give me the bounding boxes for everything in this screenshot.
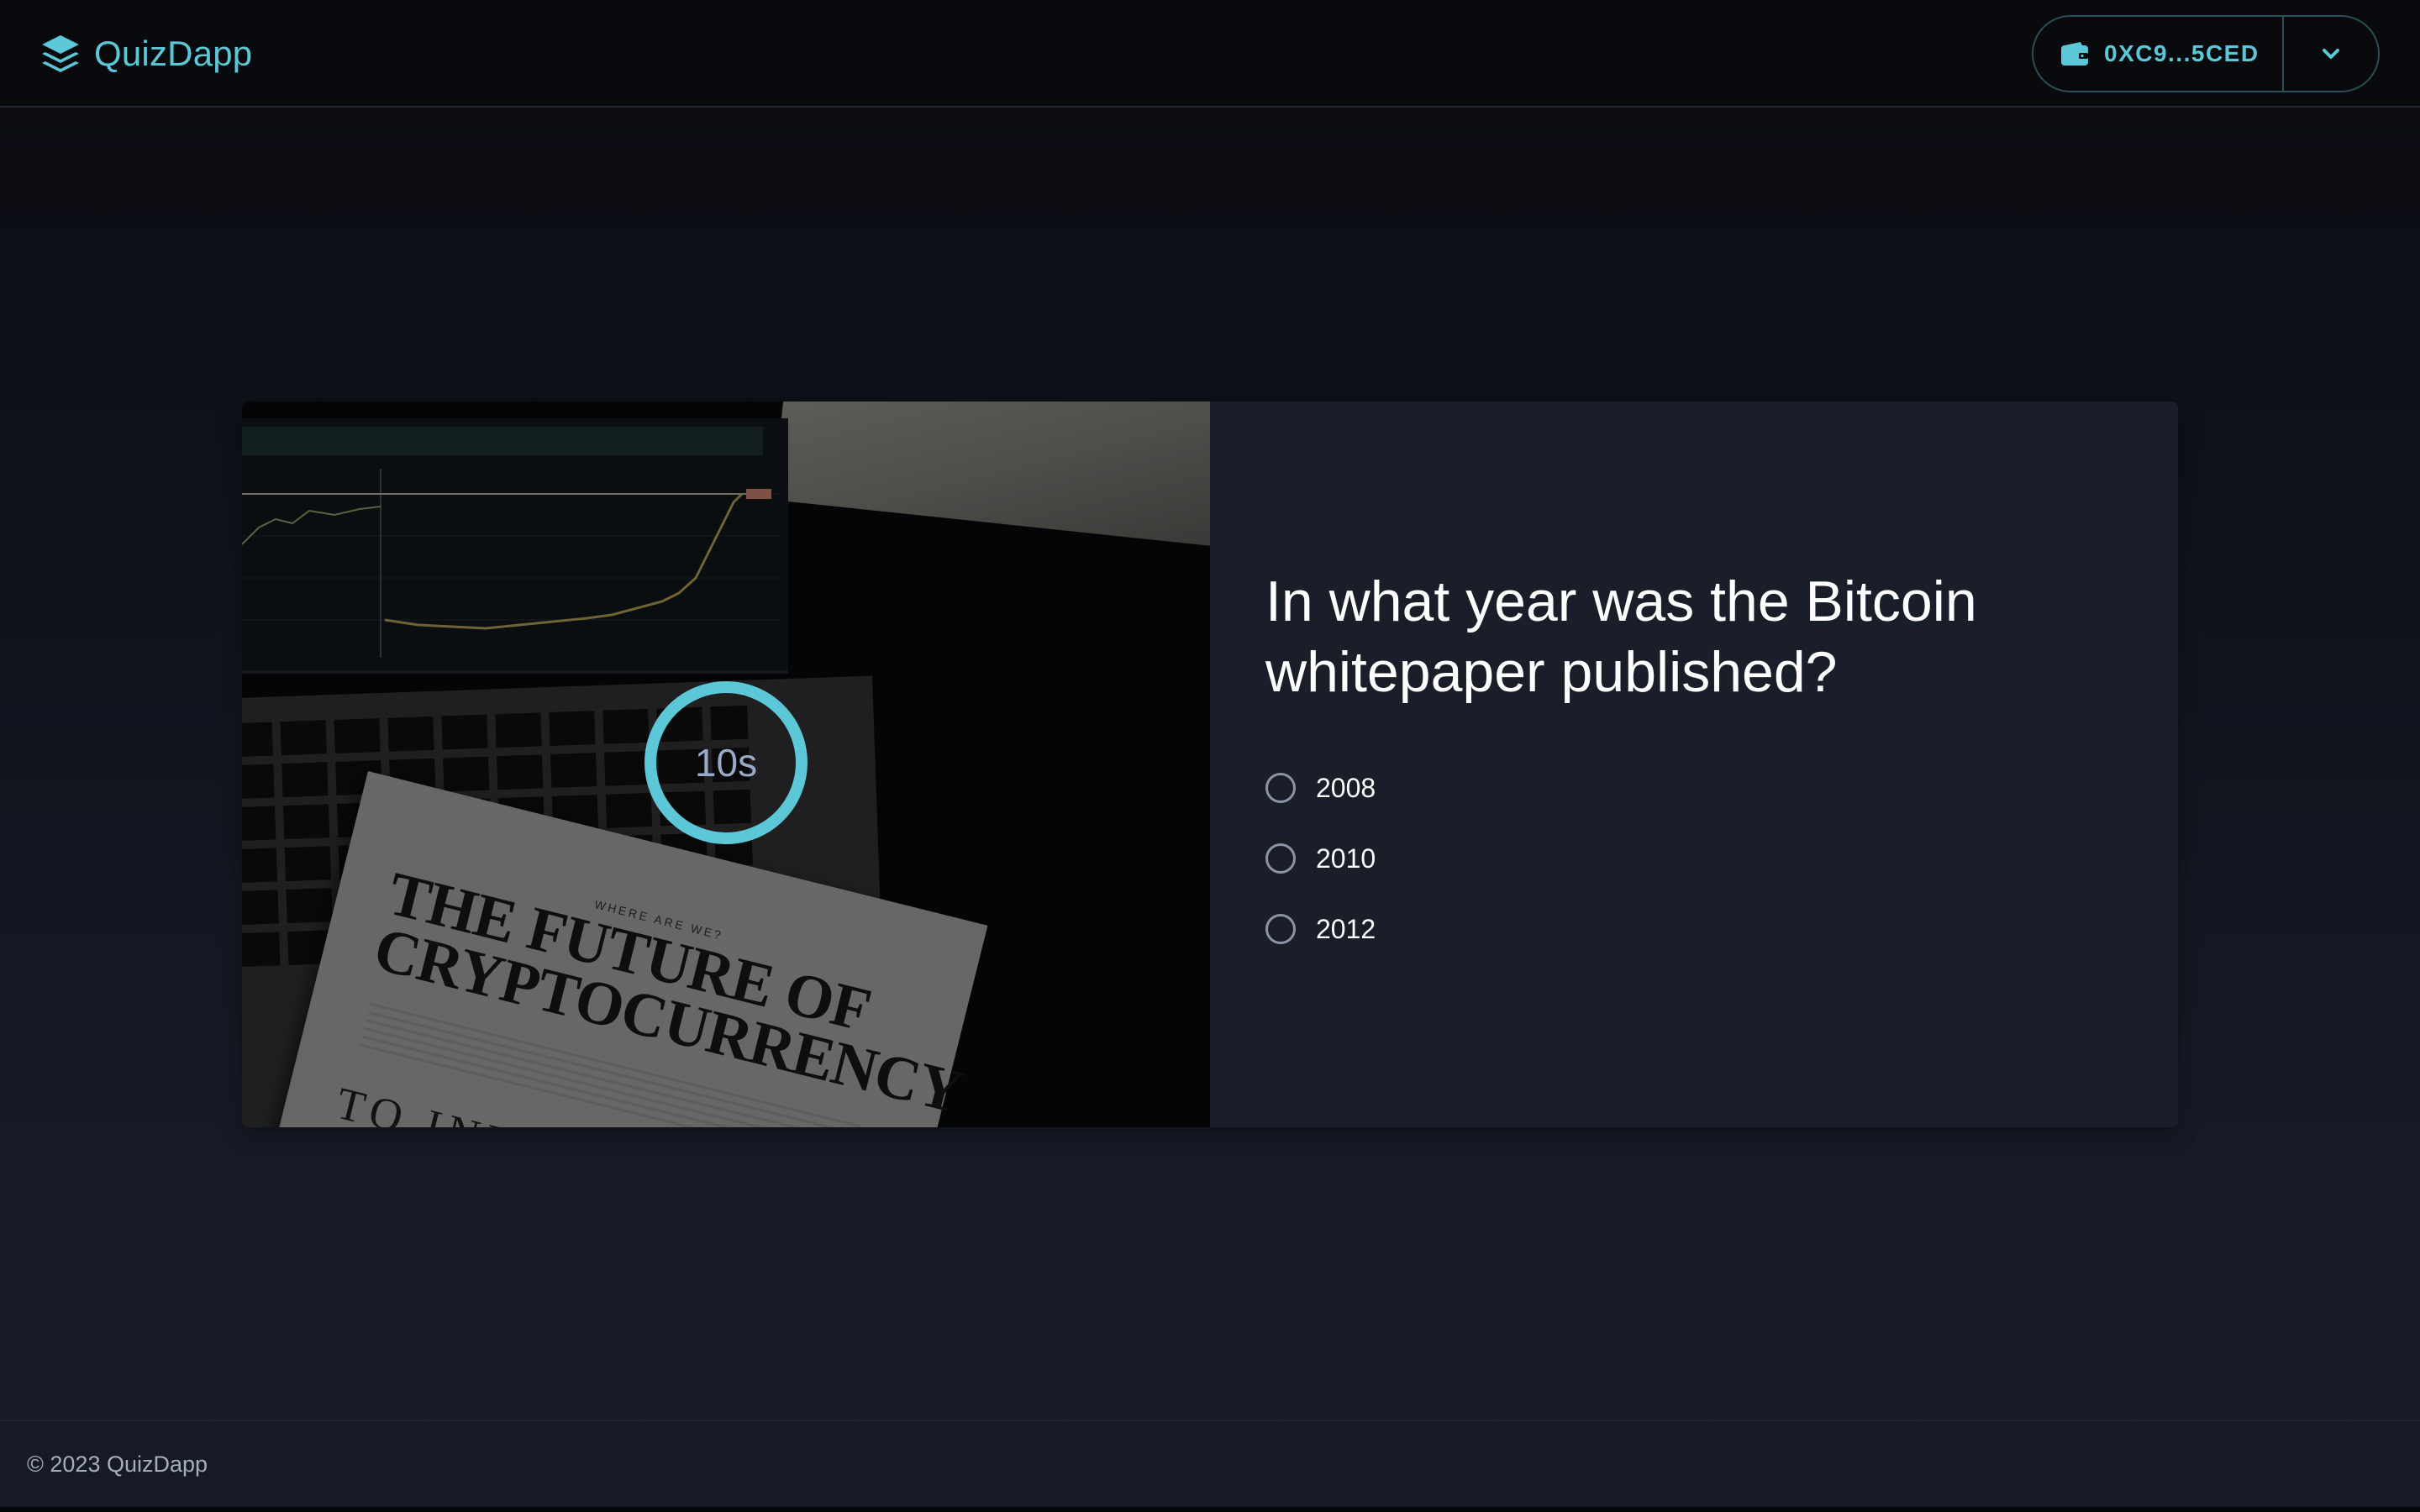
radio-button[interactable] (1265, 773, 1296, 803)
answer-option-label: 2010 (1316, 843, 1376, 874)
layers-icon (42, 35, 79, 72)
top-navbar: QuizDapp 0XC9...5CED (0, 0, 2420, 108)
page-footer: © 2023 QuizDapp (0, 1420, 2420, 1507)
radio-button[interactable] (1265, 843, 1296, 874)
countdown-timer: 10s (642, 679, 810, 847)
wallet-address-button[interactable]: 0XC9...5CED (2033, 17, 2284, 91)
quiz-content: In what year was the Bitcoin whitepaper … (1210, 402, 2178, 1127)
answer-options: 2008 2010 2012 (1265, 753, 1376, 964)
quiz-card: WHERE ARE WE? THE FUTURE OF CRYPTOCURREN… (242, 402, 2178, 1127)
answer-option-label: 2008 (1316, 772, 1376, 803)
radio-button[interactable] (1265, 914, 1296, 944)
copyright-text: © 2023 QuizDapp (27, 1452, 208, 1477)
answer-option[interactable]: 2012 (1265, 894, 1376, 964)
brand-name: QuizDapp (94, 34, 253, 73)
wallet-address: 0XC9...5CED (2104, 40, 2260, 66)
wallet-icon (2061, 42, 2088, 66)
chevron-down-icon (2323, 49, 2339, 59)
bottom-edge (0, 1507, 2420, 1512)
wallet-dropdown-toggle[interactable] (2284, 17, 2378, 91)
quiz-image: WHERE ARE WE? THE FUTURE OF CRYPTOCURREN… (242, 402, 1210, 1127)
answer-option-label: 2012 (1316, 913, 1376, 944)
timer-value: 10s (694, 741, 758, 785)
answer-option[interactable]: 2008 (1265, 753, 1376, 823)
brand-logo-link[interactable]: QuizDapp (39, 30, 252, 77)
answer-option[interactable]: 2010 (1265, 823, 1376, 894)
question-text: In what year was the Bitcoin whitepaper … (1265, 570, 1977, 704)
wallet-menu: 0XC9...5CED (2032, 15, 2380, 92)
